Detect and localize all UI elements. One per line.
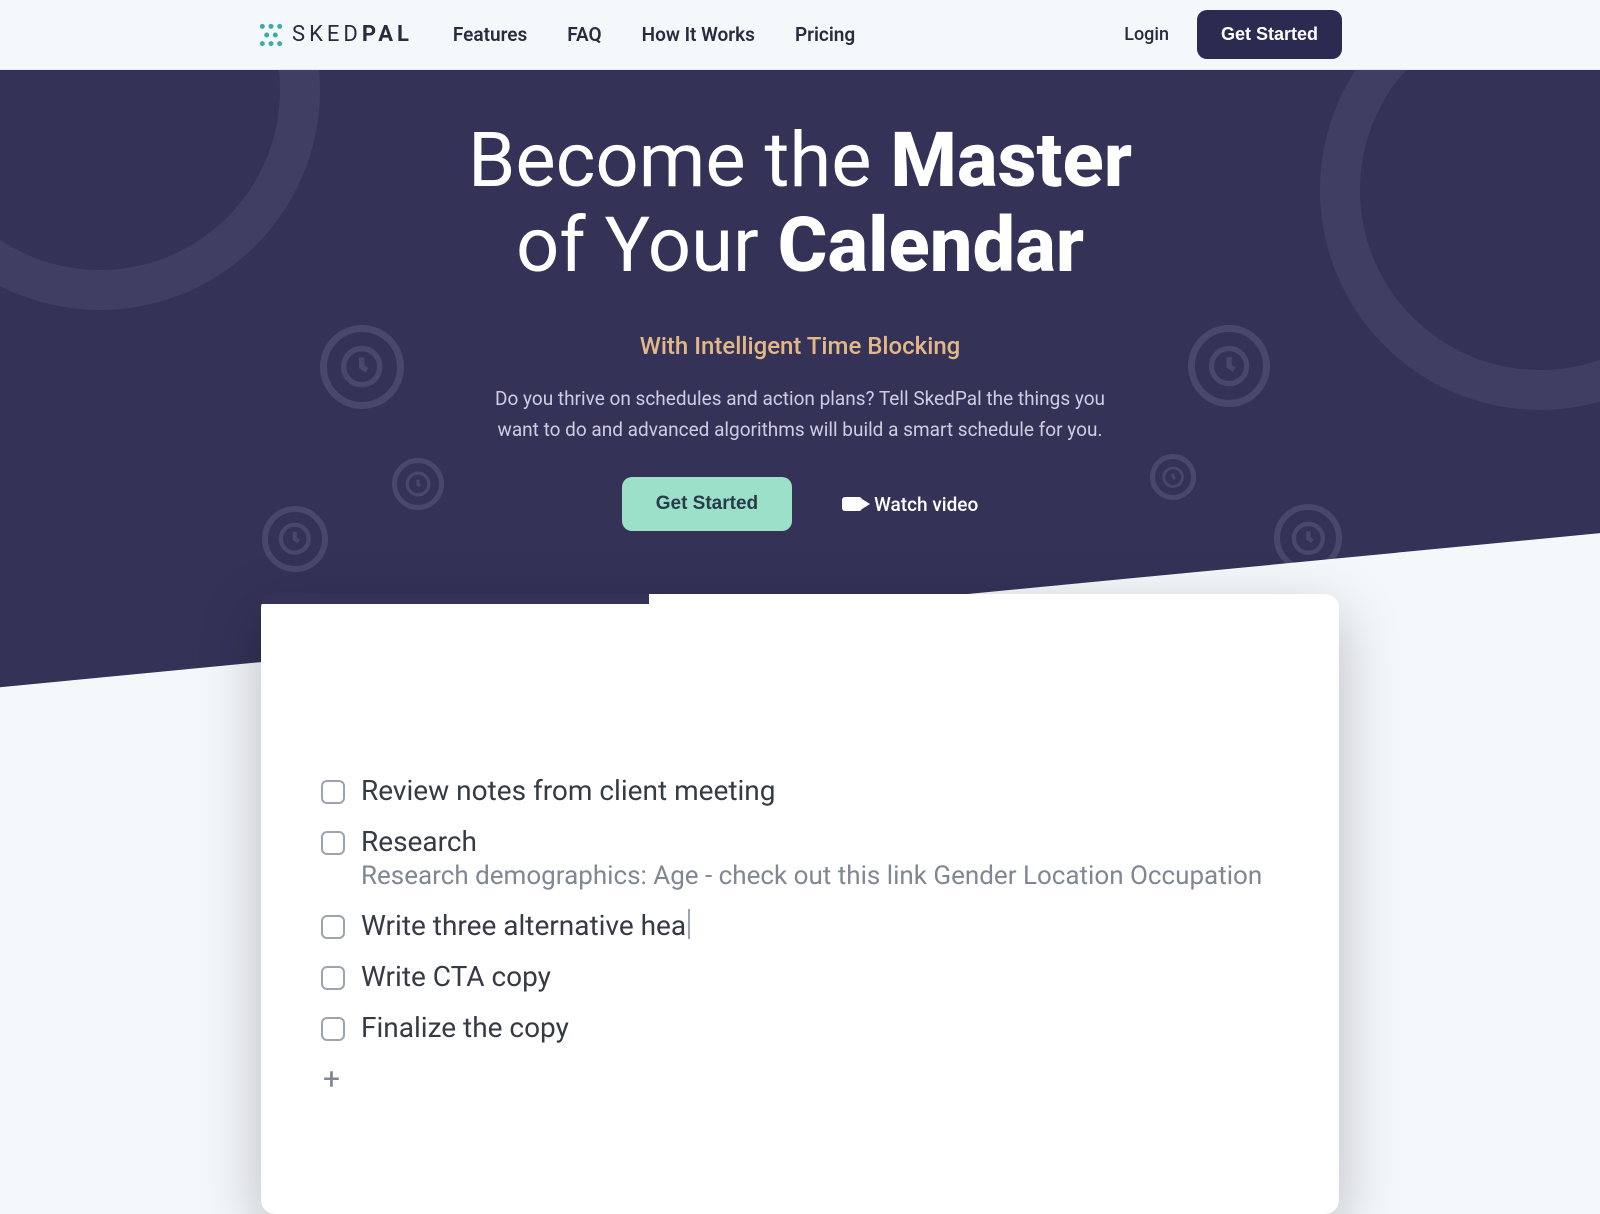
task-list: Review notes from client meeting Research…	[321, 774, 1279, 1044]
logo-text: SKEDPAL	[292, 22, 413, 47]
hero-cta-row: Get Started Watch video	[0, 477, 1600, 531]
get-started-header-button[interactable]: Get Started	[1197, 10, 1342, 59]
task-label: Research	[361, 825, 1262, 858]
task-checkbox[interactable]	[321, 966, 345, 990]
task-checkbox[interactable]	[321, 1017, 345, 1041]
task-detail: Review notes from client meeting	[361, 774, 775, 807]
task-label: Review notes from client meeting	[361, 774, 775, 807]
site-header: SKEDPAL Features FAQ How It Works Pricin…	[0, 0, 1600, 70]
hero-title: Become the Master of Your Calendar	[300, 118, 1300, 288]
watch-video-label: Watch video	[874, 493, 978, 516]
task-checkbox[interactable]	[321, 831, 345, 855]
task-item[interactable]: Write CTA copy	[321, 960, 1279, 993]
hero-subtitle: With Intelligent Time Blocking	[0, 332, 1600, 360]
task-item[interactable]: Review notes from client meeting	[321, 774, 1279, 807]
task-item[interactable]: ResearchResearch demographics: Age - che…	[321, 825, 1279, 891]
task-card: Review notes from client meeting Research…	[261, 594, 1339, 1214]
hero-description: Do you thrive on schedules and action pl…	[490, 384, 1110, 445]
add-task-button[interactable]: +	[323, 1062, 1279, 1097]
task-label: Finalize the copy	[361, 1011, 569, 1044]
nav-how-it-works[interactable]: How It Works	[642, 23, 755, 46]
header-right: Login Get Started	[1124, 10, 1342, 59]
login-link[interactable]: Login	[1124, 24, 1169, 45]
task-label: Write CTA copy	[361, 960, 551, 993]
watch-video-link[interactable]: Watch video	[842, 493, 978, 516]
decorative-arc	[0, 70, 320, 310]
task-detail: Finalize the copy	[361, 1011, 569, 1044]
logo[interactable]: SKEDPAL	[258, 22, 413, 48]
task-card-tab	[261, 594, 649, 604]
task-item[interactable]: Finalize the copy	[321, 1011, 1279, 1044]
task-detail: Write three alternative hea	[361, 909, 690, 942]
task-detail: ResearchResearch demographics: Age - che…	[361, 825, 1262, 891]
nav-faq[interactable]: FAQ	[567, 23, 601, 46]
nav-pricing[interactable]: Pricing	[795, 23, 855, 46]
video-camera-icon	[842, 497, 862, 511]
task-checkbox[interactable]	[321, 780, 345, 804]
get-started-hero-button[interactable]: Get Started	[622, 477, 792, 531]
task-detail: Write CTA copy	[361, 960, 551, 993]
task-checkbox[interactable]	[321, 915, 345, 939]
task-subtext: Research demographics: Age - check out t…	[361, 861, 1262, 891]
task-item[interactable]: Write three alternative hea	[321, 909, 1279, 942]
task-label: Write three alternative hea	[361, 909, 690, 942]
nav-features[interactable]: Features	[453, 23, 527, 46]
logo-icon	[258, 22, 284, 48]
main-nav: Features FAQ How It Works Pricing	[453, 23, 855, 46]
